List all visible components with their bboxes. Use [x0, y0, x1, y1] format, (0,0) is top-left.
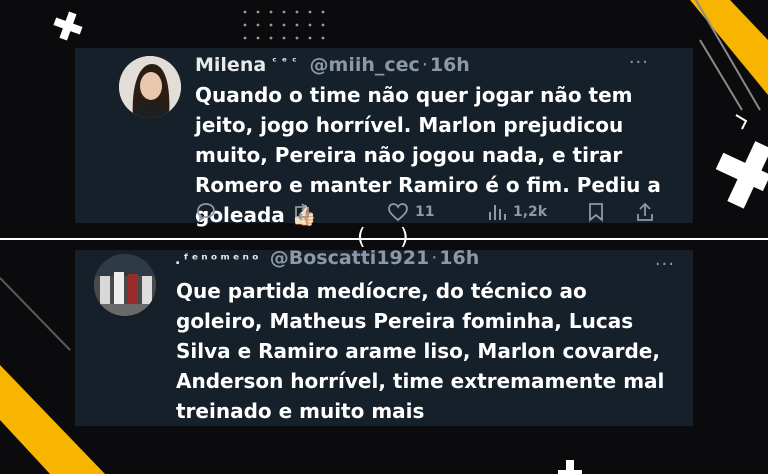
tweet-header: Milena ᶜᵉᶜ @miih_cec · 16h — [195, 50, 470, 77]
avatar[interactable] — [119, 56, 181, 118]
bookmark-icon — [589, 203, 603, 222]
more-options-button[interactable]: ··· — [655, 254, 675, 275]
like-count: 11 — [415, 204, 435, 220]
views-button[interactable]: 1,2k — [487, 202, 547, 222]
avatar-image — [119, 56, 181, 118]
retweet-button[interactable] — [291, 202, 313, 222]
name-suffix: ᶜᵉᶜ — [272, 55, 302, 68]
share-icon — [637, 202, 653, 221]
display-name[interactable]: Milena — [195, 54, 266, 76]
view-count: 1,2k — [513, 204, 548, 220]
avatar[interactable] — [94, 254, 156, 316]
tweet-actions: 11 1,2k — [195, 202, 655, 226]
timestamp[interactable]: 16h — [439, 247, 479, 269]
separator: · — [421, 54, 428, 76]
more-options-button[interactable]: ··· — [629, 52, 649, 73]
tweet-card[interactable]: Milena ᶜᵉᶜ @miih_cec · 16h ··· Quando o time… — [75, 48, 693, 227]
share-button[interactable] — [635, 202, 655, 222]
bookmark-button[interactable] — [587, 202, 605, 222]
separator: · — [431, 247, 438, 269]
retweet-icon — [295, 203, 309, 221]
reply-icon — [197, 203, 215, 222]
like-icon — [388, 203, 408, 222]
tweet-header: .ᶠᵉⁿᵒᵐᵉⁿᵒ @Boscatti1921 · 16h — [175, 246, 479, 272]
handle[interactable]: @Boscatti1921 — [270, 247, 430, 269]
reply-button[interactable] — [195, 202, 217, 222]
divider-line — [0, 238, 768, 240]
display-name[interactable]: .ᶠᵉⁿᵒᵐᵉⁿᵒ — [175, 252, 262, 268]
timestamp[interactable]: 16h — [430, 54, 470, 76]
avatar-image — [94, 254, 156, 316]
tweet-text: Que partida medíocre, do técnico ao gole… — [176, 279, 665, 423]
views-icon — [489, 205, 506, 220]
handle[interactable]: @miih_cec — [310, 54, 420, 76]
tweet-card[interactable]: .ᶠᵉⁿᵒᵐᵉⁿᵒ @Boscatti1921 · 16h ··· Que parti… — [75, 247, 693, 426]
like-button[interactable]: 11 — [387, 202, 434, 222]
